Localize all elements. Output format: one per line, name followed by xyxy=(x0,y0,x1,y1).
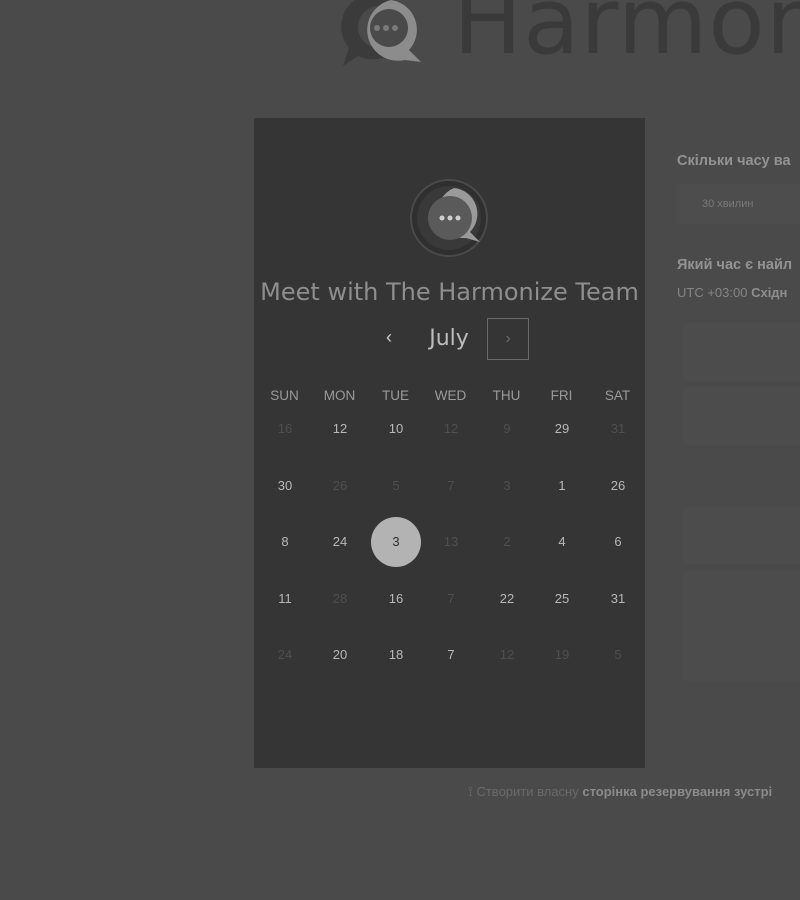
day-cell: 26 xyxy=(332,477,348,493)
day-cell[interactable]: 22 xyxy=(482,574,532,624)
day-cell[interactable]: 30 xyxy=(260,461,310,511)
time-slot[interactable] xyxy=(683,387,800,445)
day-cell: 24 xyxy=(277,647,293,662)
day-cell[interactable]: 7 xyxy=(426,630,476,680)
day-cell[interactable]: 24 xyxy=(315,517,365,567)
time-question: Який час є найл xyxy=(677,257,793,273)
footer-link-text[interactable]: сторінка резервування зустрі xyxy=(582,784,772,799)
day-cell: 9 xyxy=(503,421,511,436)
day-cell: 12 xyxy=(443,421,459,436)
day-cell: 3 xyxy=(503,477,511,493)
day-cell: 5 xyxy=(392,477,400,493)
day-cell[interactable]: 25 xyxy=(537,574,587,624)
weekday-label: FRI xyxy=(550,388,573,403)
chevron-right-icon: › xyxy=(505,330,511,347)
calendar-panel: Meet with The Harmonize Team ‹ July › SU… xyxy=(254,118,645,768)
time-slot[interactable] xyxy=(683,506,800,564)
weekday-label: TUE xyxy=(382,388,409,403)
team-avatar-icon xyxy=(410,179,488,257)
duration-question: Скільки часу ва xyxy=(677,153,791,169)
weekday-label: THU xyxy=(492,388,521,403)
booking-form: Скільки часу ва 30 хвилин Який час є най… xyxy=(660,118,800,768)
day-cell[interactable]: 26 xyxy=(593,461,643,511)
day-cell[interactable]: 6 xyxy=(593,517,643,567)
day-cell: 31 xyxy=(610,421,626,436)
weekday-label: SAT xyxy=(604,388,631,403)
day-cell[interactable]: 4 xyxy=(537,517,587,567)
day-cell[interactable]: 29 xyxy=(537,404,587,454)
duration-select[interactable]: 30 хвилин xyxy=(677,184,800,224)
timezone-selector[interactable]: UTC +03:00 Східн xyxy=(677,285,787,300)
weekday-label: MON xyxy=(323,388,356,403)
day-cell: 5 xyxy=(614,647,622,662)
day-cell[interactable]: 1 xyxy=(537,461,587,511)
day-cell: 7 xyxy=(447,590,455,606)
next-month-button[interactable]: › xyxy=(487,318,529,360)
day-cell[interactable]: 31 xyxy=(593,574,643,624)
month-label: July xyxy=(429,326,469,351)
prev-month-button[interactable]: ‹ xyxy=(376,324,402,350)
weekday-label: SUN xyxy=(270,388,299,403)
day-cell[interactable]: 11 xyxy=(260,574,310,624)
footer-prefix: Створити власну xyxy=(476,784,579,799)
day-cell: 13 xyxy=(443,534,459,549)
wand-icon: ⟟ xyxy=(468,784,473,799)
day-cell: 19 xyxy=(554,647,570,662)
timezone-name: Східн xyxy=(751,285,788,300)
day-cell: 12 xyxy=(499,647,515,662)
day-cell[interactable]: 12 xyxy=(315,404,365,454)
day-cell: 28 xyxy=(332,590,348,606)
month-navigation: ‹ July › xyxy=(254,318,645,360)
day-cell[interactable]: 20 xyxy=(315,630,365,680)
day-cell: 16 xyxy=(277,421,293,436)
footer-link[interactable]: ⟟ Створити власну сторінка резервування … xyxy=(468,784,772,800)
time-slot[interactable] xyxy=(683,570,800,628)
chat-bubble-logo-icon xyxy=(341,0,421,66)
day-cell: 7 xyxy=(447,477,455,493)
brand-logo: Harmon xyxy=(335,0,800,80)
day-cell[interactable]: 8 xyxy=(260,517,310,567)
time-slot[interactable] xyxy=(683,623,800,681)
weekday-label: WED xyxy=(434,388,467,403)
day-cell-selected[interactable]: 3 xyxy=(371,517,421,567)
chevron-left-icon: ‹ xyxy=(386,327,392,347)
calendar-title: Meet with The Harmonize Team xyxy=(260,278,639,306)
timezone-offset: UTC +03:00 xyxy=(677,285,748,300)
day-cell[interactable]: 18 xyxy=(371,630,421,680)
day-cell[interactable]: 10 xyxy=(371,404,421,454)
day-cell[interactable]: 16 xyxy=(371,574,421,624)
brand-name: Harmon xyxy=(453,0,800,75)
time-slot[interactable] xyxy=(683,323,800,381)
day-cell: 2 xyxy=(503,534,511,549)
